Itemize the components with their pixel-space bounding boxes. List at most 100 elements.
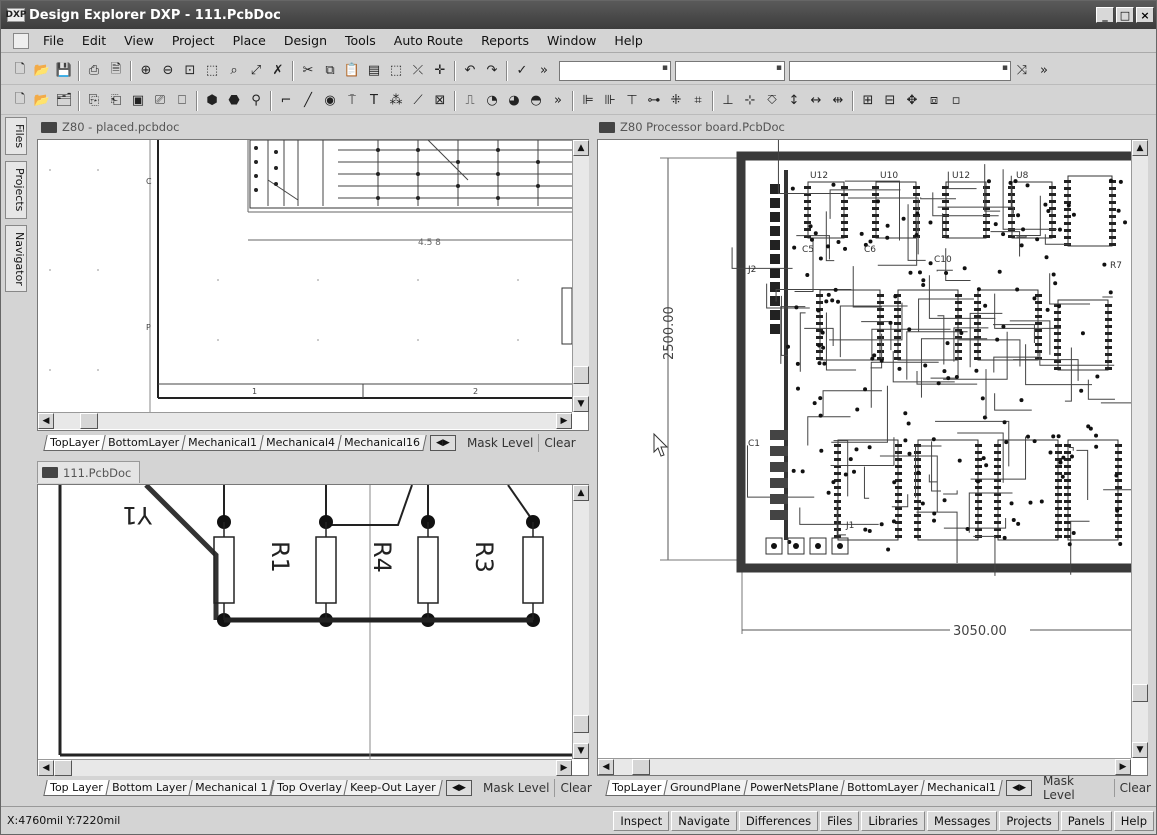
align-left-icon[interactable]: ⊫	[579, 92, 597, 110]
zoom-reset-icon[interactable]: ✗	[269, 62, 287, 80]
panel-button-navigate[interactable]: Navigate	[671, 810, 737, 831]
panel-button-help[interactable]: Help	[1113, 810, 1154, 831]
zoom-out-icon[interactable]: ⊖	[159, 62, 177, 80]
clear-button[interactable]: Clear	[1113, 779, 1156, 797]
interactive-route-icon[interactable]: ⌐	[277, 92, 295, 110]
paste-special-icon[interactable]: ▤	[365, 62, 383, 80]
scroll-up-arrow[interactable]: ▲	[573, 485, 589, 501]
copy-icon[interactable]: ⧉	[321, 62, 339, 80]
vertical-scrollbar[interactable]: ▲ ▼	[572, 140, 589, 412]
undo-icon[interactable]: ↶	[461, 62, 479, 80]
layer-tab-bottomlayer[interactable]: BottomLayer	[101, 435, 186, 451]
toolbar-options-icon-3[interactable]: »	[549, 92, 567, 110]
mask-level-button[interactable]: Mask Level	[1038, 772, 1114, 804]
doc-tab-z80-placed[interactable]: Z80 - placed.pcbdoc	[41, 118, 179, 136]
box-icon[interactable]: ▫	[947, 92, 965, 110]
files-panel-tab[interactable]: Files	[5, 117, 27, 156]
panel-button-files[interactable]: Files	[820, 810, 860, 831]
layer-tab-top-overlay[interactable]: Top Overlay	[269, 780, 349, 796]
filter-combo[interactable]	[789, 60, 1011, 81]
panel-button-panels[interactable]: Panels	[1060, 810, 1112, 831]
dimension-icon[interactable]: ⟋	[409, 92, 427, 110]
zoom-area-icon[interactable]: ⬚	[203, 62, 221, 80]
toolbar-options-icon[interactable]: »	[535, 62, 553, 80]
string-icon[interactable]: T	[365, 92, 383, 110]
scroll-thumb[interactable]	[1132, 684, 1148, 702]
zoom-filter-icon[interactable]: ⤢	[247, 62, 265, 80]
panel-button-messages[interactable]: Messages	[927, 810, 998, 831]
pcb-canvas[interactable]: C P 1 2 4.5 8	[38, 140, 572, 412]
menu-tools[interactable]: Tools	[345, 33, 376, 48]
scroll-left-arrow[interactable]: ◀	[38, 760, 54, 776]
open-icon[interactable]: 📂	[33, 62, 51, 80]
close-button[interactable]: ×	[1136, 7, 1154, 23]
layer-scroll-button[interactable]: ◀▶	[446, 780, 473, 796]
scroll-thumb-h[interactable]	[632, 759, 650, 775]
scroll-thumb[interactable]	[573, 715, 589, 733]
layer-tab-groundplane[interactable]: GroundPlane	[663, 780, 748, 796]
mask-level-button[interactable]: Mask Level	[462, 434, 538, 452]
menu-design[interactable]: Design	[284, 33, 327, 48]
panel-button-differences[interactable]: Differences	[738, 810, 819, 831]
scroll-down-arrow[interactable]: ▼	[1132, 742, 1148, 758]
distribute-icon[interactable]: ⊶	[645, 92, 663, 110]
horizontal-scrollbar[interactable]: ◀ ▶	[38, 412, 572, 429]
compile-icon[interactable]: ⎘	[85, 92, 103, 110]
align-right-icon[interactable]: ⊪	[601, 92, 619, 110]
doc-tab-z80-processor[interactable]: Z80 Processor board.PcbDoc	[599, 118, 785, 136]
vertical-scrollbar[interactable]: ▲ ▼	[572, 485, 589, 759]
doc-tab-111[interactable]: 111.PcbDoc	[37, 461, 141, 483]
navigator-panel-tab[interactable]: Navigator	[5, 224, 27, 293]
pcb-view-z80-processor[interactable]: 2500.00 3050.00 U12 U10 U12 U8 C5 C6 C10…	[597, 139, 1148, 776]
document-icon[interactable]	[13, 32, 29, 49]
clear-button[interactable]: Clear	[538, 434, 580, 452]
scroll-down-arrow[interactable]: ▼	[573, 396, 589, 412]
inspect-icon[interactable]: ⚲	[247, 92, 265, 110]
fill-icon[interactable]: ⊠	[431, 92, 449, 110]
layer-tab-toplayer[interactable]: TopLayer	[605, 780, 668, 796]
vertical-scrollbar[interactable]: ▲ ▼	[1131, 140, 1148, 758]
layer-tab-mechanical16[interactable]: Mechanical16	[337, 435, 427, 451]
layer-tab-mechanical-1[interactable]: Mechanical 1	[188, 780, 275, 796]
scroll-left-arrow[interactable]: ◀	[38, 413, 54, 429]
arc-edge-icon[interactable]: ◕	[505, 92, 523, 110]
scroll-thumb[interactable]	[573, 366, 589, 384]
panel-button-libraries[interactable]: Libraries	[861, 810, 926, 831]
stack-icon[interactable]: ⎏	[763, 92, 781, 110]
union-icon[interactable]: ⧈	[925, 92, 943, 110]
line-icon[interactable]: ╱	[299, 92, 317, 110]
open-doc-icon[interactable]: 📂	[33, 92, 51, 110]
deselect-icon[interactable]: ⤫	[409, 62, 427, 80]
coordinate-icon[interactable]: ⁂	[387, 92, 405, 110]
layer-scroll-button[interactable]: ◀▶	[1006, 780, 1032, 796]
scroll-down-arrow[interactable]: ▼	[573, 743, 589, 759]
new-doc-icon[interactable]: 🗋	[11, 92, 29, 110]
snap-icon[interactable]: ✥	[903, 92, 921, 110]
library-icon[interactable]: ⎕	[173, 92, 191, 110]
maximize-button[interactable]: □	[1116, 7, 1134, 23]
import-icon[interactable]: ⎗	[107, 92, 125, 110]
apply-filter-icon[interactable]: ⤨	[1013, 62, 1031, 80]
pcb-view-111[interactable]: Y1 R1 R4 R3 ▲ ▼ ◀ ▶	[37, 484, 589, 776]
layer-tab-toplayer[interactable]: TopLayer	[43, 435, 106, 451]
class-combo[interactable]	[675, 60, 785, 81]
select-area-icon[interactable]: ⬚	[387, 62, 405, 80]
pad-icon[interactable]: ◉	[321, 92, 339, 110]
layer-tab-bottomlayer[interactable]: BottomLayer	[840, 780, 926, 796]
menu-file[interactable]: File	[43, 33, 64, 48]
arc-any-icon[interactable]: ◓	[527, 92, 545, 110]
minimize-button[interactable]: _	[1096, 7, 1114, 23]
center-icon[interactable]: ⊹	[741, 92, 759, 110]
clear-button[interactable]: Clear	[554, 779, 596, 797]
move-icon[interactable]: ✛	[431, 62, 449, 80]
scroll-right-arrow[interactable]: ▶	[556, 760, 572, 776]
menu-edit[interactable]: Edit	[82, 33, 106, 48]
panel-button-inspect[interactable]: Inspect	[613, 810, 670, 831]
menu-place[interactable]: Place	[233, 33, 266, 48]
scroll-up-arrow[interactable]: ▲	[573, 140, 589, 156]
cross-probe-icon[interactable]: ✓	[513, 62, 531, 80]
redo-icon[interactable]: ↷	[483, 62, 501, 80]
layer-tab-keep-out-layer[interactable]: Keep-Out Layer	[343, 780, 443, 796]
new-icon[interactable]: 🗋	[11, 62, 29, 80]
layer-combo[interactable]	[559, 60, 671, 81]
